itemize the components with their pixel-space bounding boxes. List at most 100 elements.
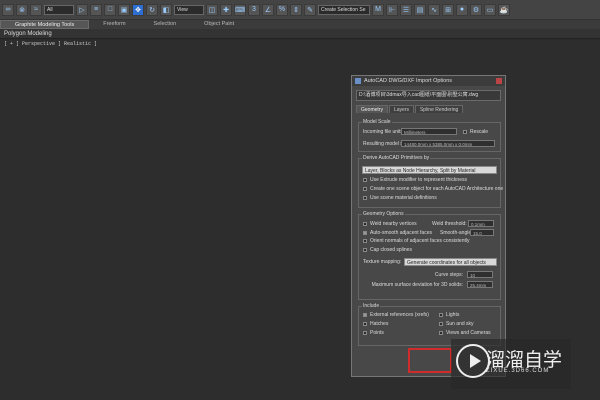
play-logo-icon	[456, 344, 490, 378]
include-item[interactable]: Sun and sky	[439, 321, 474, 327]
main-toolbar: ∞ ⊗ ≈ All ▷ ≡ □ ▣ ✥ ↻ ◧ View ◫ ✚ ⌨ 3 ∠ %…	[0, 0, 600, 20]
derive-option-row[interactable]: Use scene material definitions	[363, 195, 437, 201]
align-icon[interactable]: ⊩	[386, 3, 398, 16]
render-setup-icon[interactable]: ⚙	[470, 3, 482, 16]
mirror-icon[interactable]: M	[372, 3, 384, 16]
render-production-icon[interactable]: ☕	[498, 3, 510, 16]
weld-checkbox[interactable]	[363, 221, 367, 226]
derive-group: Derive AutoCAD Primitives by Layer, Bloc…	[358, 155, 503, 208]
include-label: Hatches	[370, 321, 389, 327]
ok-button-highlight[interactable]	[408, 348, 452, 373]
schematic-view-icon[interactable]: ⊞	[442, 3, 454, 16]
tab-layers[interactable]: Layers	[388, 105, 414, 113]
include-checkbox[interactable]	[363, 322, 367, 326]
keyboard-shortcut-icon[interactable]: ⌨	[234, 3, 246, 16]
derive-option-label: Create one scene object for each AutoCAD…	[370, 186, 504, 192]
tab-selection[interactable]: Selection	[140, 20, 191, 29]
derive-option-checkbox[interactable]	[363, 187, 367, 191]
derive-option-label: Use Extrude modifier to represent thickn…	[370, 177, 467, 183]
derive-dropdown[interactable]: Layer, Blocks as Node Hierarchy, Split b…	[362, 166, 497, 174]
select-manipulate-icon[interactable]: ✚	[220, 3, 232, 16]
include-checkbox[interactable]	[363, 331, 367, 335]
file-path-field: D:\酒博项目\3dmax导入cad图纸\平面图\别墅公寓.dwg	[356, 90, 501, 101]
group-title-include: Include	[362, 303, 381, 309]
bind-spacewarp-icon[interactable]: ≈	[30, 3, 42, 16]
spinner-snap-icon[interactable]: ⇕	[290, 3, 302, 16]
include-checkbox[interactable]	[439, 322, 443, 326]
window-crossing-icon[interactable]: ▣	[118, 3, 130, 16]
rescale-checkbox[interactable]	[463, 129, 467, 134]
cap-row[interactable]: Cap closed splines	[363, 247, 412, 253]
watermark-url: ZIXUE.3D66.COM	[486, 368, 550, 374]
link-icon[interactable]: ∞	[2, 3, 14, 16]
cap-label: Cap closed splines	[370, 247, 412, 253]
snaps-toggle-icon[interactable]: 3	[248, 3, 260, 16]
tab-geometry[interactable]: Geometry	[356, 105, 388, 113]
derive-option-checkbox[interactable]	[363, 178, 367, 182]
tab-spline-rendering[interactable]: Spline Rendering	[414, 105, 464, 113]
orient-row[interactable]: Orient normals of adjacent faces consist…	[363, 238, 470, 244]
edit-named-selection-icon[interactable]: ✎	[304, 3, 316, 16]
geometry-options-group: Geometry Options Weld nearby vertices We…	[358, 211, 501, 300]
named-selection-dropdown[interactable]: Create Selection Se	[318, 4, 370, 15]
cap-checkbox[interactable]	[363, 248, 367, 252]
rendered-frame-icon[interactable]: ▭	[484, 3, 496, 16]
include-item[interactable]: Lights	[439, 312, 459, 318]
include-checkbox[interactable]	[439, 313, 443, 317]
include-item[interactable]: Points	[363, 330, 384, 336]
smooth-checkbox[interactable]	[363, 230, 367, 235]
weld-threshold-label: Weld threshold:	[432, 220, 467, 227]
tab-graphite-modeling-tools[interactable]: Graphite Modeling Tools	[0, 20, 90, 29]
percent-snap-icon[interactable]: %	[276, 3, 288, 16]
include-item[interactable]: Hatches	[363, 321, 388, 327]
app-icon	[355, 78, 361, 84]
include-checkbox[interactable]	[363, 313, 367, 317]
dialog-tabs: Geometry Layers Spline Rendering	[356, 105, 501, 113]
model-scale-group: Model Scale Incoming file units: Millime…	[358, 119, 501, 152]
include-checkbox[interactable]	[439, 331, 443, 335]
texture-dropdown[interactable]: Generate coordinates for all objects	[404, 258, 497, 266]
include-item[interactable]: Views and Cameras	[439, 330, 491, 336]
select-by-name-icon[interactable]: ≡	[90, 3, 102, 16]
close-icon[interactable]	[496, 78, 502, 84]
smooth-angle-field[interactable]: 15.0	[470, 229, 494, 236]
orient-checkbox[interactable]	[363, 239, 367, 243]
rectangular-selection-icon[interactable]: □	[104, 3, 116, 16]
derive-option-label: Use scene material definitions	[370, 195, 437, 201]
pivot-center-icon[interactable]: ◫	[206, 3, 218, 16]
graphite-ribbon-icon[interactable]: ▤	[414, 3, 426, 16]
import-options-dialog: AutoCAD DWG/DXF Import Options D:\酒博项目\3…	[351, 75, 506, 377]
derive-option-row[interactable]: Use Extrude modifier to represent thickn…	[363, 177, 467, 183]
unlink-icon[interactable]: ⊗	[16, 3, 28, 16]
select-and-scale-icon[interactable]: ◧	[160, 3, 172, 16]
units-dropdown[interactable]: Millimeters	[401, 128, 457, 135]
curve-editor-icon[interactable]: ∿	[428, 3, 440, 16]
select-and-move-icon[interactable]: ✥	[132, 3, 144, 16]
tab-freeform[interactable]: Freeform	[89, 20, 139, 29]
group-title-derive: Derive AutoCAD Primitives by	[362, 155, 431, 161]
select-object-icon[interactable]: ▷	[76, 3, 88, 16]
derive-option-row[interactable]: Create one scene object for each AutoCAD…	[363, 186, 503, 192]
derive-option-checkbox[interactable]	[363, 196, 367, 200]
deviation-row: Maximum surface deviation for 3D solids:…	[371, 281, 493, 288]
include-item[interactable]: External references (xrefs)	[363, 312, 429, 318]
size-value: 14480.0mm x 5385.0mm x 0.0mm	[401, 140, 495, 147]
select-and-rotate-icon[interactable]: ↻	[146, 3, 158, 16]
polygon-modeling-panel[interactable]: Polygon Modeling	[0, 29, 600, 39]
include-label: Sun and sky	[446, 321, 474, 327]
curve-field[interactable]: 10	[467, 271, 493, 278]
weld-threshold-field[interactable]: 0.1mm	[468, 220, 494, 227]
tab-object-paint[interactable]: Object Paint	[190, 20, 248, 29]
material-editor-icon[interactable]: ●	[456, 3, 468, 16]
include-label: Points	[370, 330, 384, 336]
dialog-title-bar[interactable]: AutoCAD DWG/DXF Import Options	[352, 76, 505, 86]
reference-coordinate-dropdown[interactable]: View	[174, 4, 204, 15]
angle-snap-icon[interactable]: ∠	[262, 3, 274, 16]
units-label: Incoming file units:	[363, 128, 405, 135]
viewport-label[interactable]: [ + ] Perspective ] Realistic ]	[4, 41, 97, 47]
deviation-field[interactable]: 25.4mm	[467, 281, 493, 288]
dialog-title: AutoCAD DWG/DXF Import Options	[364, 78, 453, 84]
layer-manager-icon[interactable]: ☰	[400, 3, 412, 16]
weld-row: Weld nearby vertices Weld threshold: 0.1…	[363, 220, 498, 227]
selection-filter-dropdown[interactable]: All	[44, 4, 74, 15]
